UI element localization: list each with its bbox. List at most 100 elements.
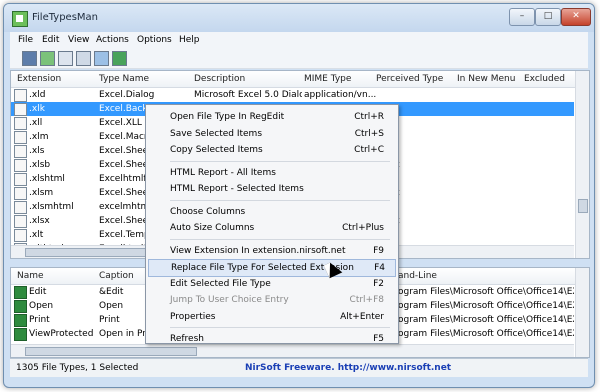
col-command-line[interactable]: and-Line xyxy=(398,271,437,281)
context-menu-label: HTML Report - All Items xyxy=(170,167,276,178)
cell-ext: .xlt xyxy=(29,230,44,240)
status-count: 1305 File Types, 1 Selected xyxy=(16,363,139,373)
file-type-icon xyxy=(14,201,27,214)
menu-actions[interactable]: Actions xyxy=(96,35,129,45)
col-extension[interactable]: Extension xyxy=(17,74,61,84)
context-menu-item[interactable]: HTML Report - Selected Items xyxy=(148,181,394,197)
file-type-icon xyxy=(14,89,27,102)
file-type-icon xyxy=(14,215,27,228)
col-type-name[interactable]: Type Name xyxy=(99,74,149,84)
cell-name: Edit xyxy=(29,287,47,297)
col-caption[interactable]: Caption xyxy=(99,271,134,281)
refresh-icon[interactable] xyxy=(40,51,55,66)
context-menu-item[interactable]: Save Selected Items Ctrl+S xyxy=(148,126,394,142)
context-menu-item[interactable]: Properties Alt+Enter xyxy=(148,309,394,325)
scroll-thumb[interactable] xyxy=(578,199,588,213)
file-type-icon xyxy=(14,103,27,116)
context-menu-item[interactable]: Choose Columns xyxy=(148,204,394,220)
col-description[interactable]: Description xyxy=(194,74,245,84)
cell-ext: .xlsb xyxy=(29,160,51,170)
menu-edit[interactable]: Edit xyxy=(42,35,59,45)
cell-ext: .xlshtml xyxy=(29,174,65,184)
context-menu-item[interactable]: View Extension In extension.nirsoft.net F… xyxy=(148,243,394,259)
context-menu-label: Save Selected Items xyxy=(170,128,263,139)
context-menu-shortcut: Alt+Enter xyxy=(340,311,384,322)
status-bar: 1305 File Types, 1 Selected NirSoft Free… xyxy=(10,358,588,377)
cell-ext: .xlsmhtml xyxy=(29,202,74,212)
cell-name: ViewProtected xyxy=(29,329,94,339)
table-row[interactable]: .xld Excel.Dialog Microsoft Excel 5.0 Dial… xyxy=(11,88,574,102)
menu-separator xyxy=(170,238,390,240)
action-icon xyxy=(14,300,27,313)
cell-ext: .xld xyxy=(29,90,46,100)
title-bar: FileTypesMan – □ ✕ xyxy=(4,4,594,32)
menu-help[interactable]: Help xyxy=(179,35,200,45)
minimize-button[interactable]: – xyxy=(509,8,535,26)
context-menu: Open File Type In RegEdit Ctrl+R Save Sele… xyxy=(145,104,399,344)
context-menu-shortcut: Ctrl+Plus xyxy=(342,223,384,233)
context-menu-item[interactable]: Copy Selected Items Ctrl+C xyxy=(148,142,394,158)
context-menu-shortcut: Ctrl+F8 xyxy=(349,295,384,305)
cell-ext: .xlk xyxy=(29,104,45,114)
col-excluded[interactable]: Excluded xyxy=(524,74,565,84)
context-menu-item[interactable]: Auto Size Columns Ctrl+Plus xyxy=(148,220,394,236)
scroll-thumb[interactable] xyxy=(25,347,197,356)
col-in-new-menu[interactable]: In New Menu xyxy=(457,74,515,84)
context-menu-shortcut: F4 xyxy=(374,263,385,273)
action-icon xyxy=(14,286,27,299)
copy-icon[interactable] xyxy=(58,51,73,66)
cell-cmd: ogram Files\Microsoft Office\Office14\EX… xyxy=(398,329,574,339)
cell-cmd: ogram Files\Microsoft Office\Office14\EX… xyxy=(398,301,574,311)
file-type-icon xyxy=(14,187,27,200)
context-menu-label: HTML Report - Selected Items xyxy=(170,184,304,194)
cell-mime: application/vn... xyxy=(304,90,377,100)
close-button[interactable]: ✕ xyxy=(561,8,591,26)
menu-separator xyxy=(170,160,390,162)
save-icon[interactable] xyxy=(22,51,37,66)
context-menu-shortcut: Ctrl+R xyxy=(354,112,384,122)
context-menu-shortcut: F9 xyxy=(373,245,384,256)
menu-separator xyxy=(170,199,390,201)
find-icon[interactable] xyxy=(94,51,109,66)
cell-ext: .xlsm xyxy=(29,188,54,198)
app-icon xyxy=(12,11,28,27)
context-menu-label: Refresh xyxy=(170,334,204,344)
table-header: Extension Type Name Description MIME Typ… xyxy=(11,71,589,88)
col-name[interactable]: Name xyxy=(17,271,44,281)
context-menu-label: Edit Selected File Type xyxy=(170,278,271,289)
cell-name: Open xyxy=(29,301,54,311)
col-perceived-type[interactable]: Perceived Type xyxy=(376,74,443,84)
file-type-icon xyxy=(14,173,27,186)
vertical-scrollbar[interactable] xyxy=(575,268,589,357)
context-menu-label: Jump To User Choice Entry xyxy=(170,295,289,305)
col-mime-type[interactable]: MIME Type xyxy=(304,74,351,84)
context-menu-item: Jump To User Choice Entry Ctrl+F8 xyxy=(148,292,394,308)
menu-bar: File Edit View Actions Options Help xyxy=(10,32,588,48)
context-menu-label: Properties xyxy=(170,311,216,322)
cell-ext: .xll xyxy=(29,118,43,128)
properties-icon[interactable] xyxy=(76,51,91,66)
cell-cmd: ogram Files\Microsoft Office\Office14\EX… xyxy=(398,315,574,325)
exit-icon[interactable] xyxy=(112,51,127,66)
context-menu-item[interactable]: Edit Selected File Type F2 xyxy=(148,276,394,292)
context-menu-item[interactable]: Refresh F5 xyxy=(148,331,394,347)
vertical-scrollbar[interactable] xyxy=(575,71,589,258)
context-menu-label: Open File Type In RegEdit xyxy=(170,112,285,122)
context-menu-item[interactable]: Open File Type In RegEdit Ctrl+R xyxy=(148,109,394,125)
toolbar xyxy=(10,48,588,69)
action-icon xyxy=(14,328,27,341)
maximize-button[interactable]: □ xyxy=(535,8,561,26)
menu-options[interactable]: Options xyxy=(137,35,172,45)
status-link[interactable]: NirSoft Freeware. http://www.nirsoft.net xyxy=(245,363,451,373)
menu-view[interactable]: View xyxy=(68,35,89,45)
file-type-icon xyxy=(14,117,27,130)
context-menu-item[interactable]: Replace File Type For Selected Extension… xyxy=(148,259,396,277)
context-menu-item[interactable]: HTML Report - All Items xyxy=(148,165,394,181)
context-menu-shortcut: F5 xyxy=(373,334,384,344)
cell-ext: .xlsx xyxy=(29,216,50,226)
context-menu-shortcut: Ctrl+C xyxy=(354,145,384,155)
menu-file[interactable]: File xyxy=(18,35,33,45)
context-menu-label: Auto Size Columns xyxy=(170,223,255,233)
action-icon xyxy=(14,314,27,327)
cell-name: Print xyxy=(29,315,50,325)
